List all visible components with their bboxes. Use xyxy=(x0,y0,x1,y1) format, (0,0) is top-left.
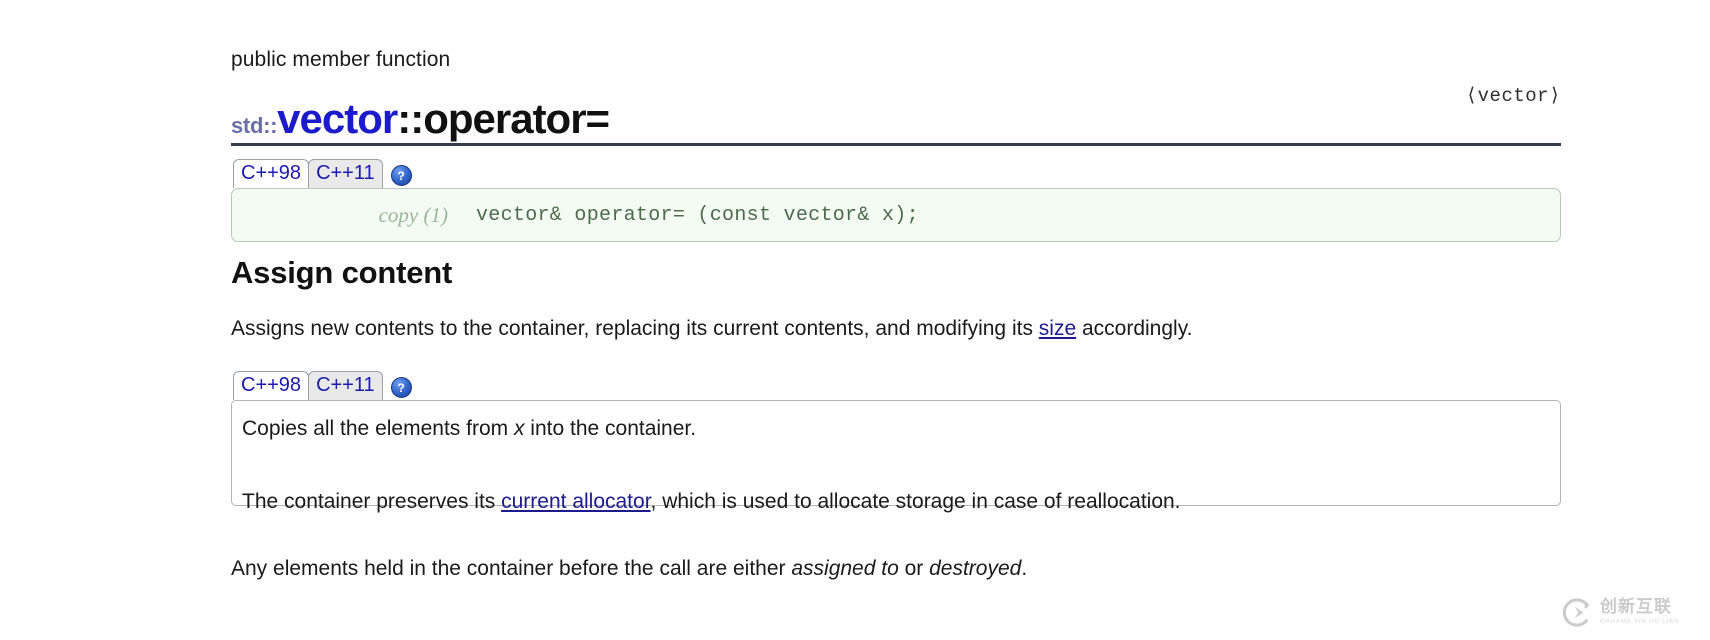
description-line-1: Copies all the elements from x into the … xyxy=(242,415,1550,442)
include-header-label: ⟨vector⟩ xyxy=(1465,85,1561,107)
description-tabbar: C++98 C++11 ? xyxy=(231,371,1561,400)
watermark-en: CHUANG XIN HU LIAN xyxy=(1600,619,1680,625)
description-line-2: The container preserves its current allo… xyxy=(242,488,1550,515)
signature-panel-body: copy (1) vector& operator= (const vector… xyxy=(231,188,1561,242)
closing-paragraph: Any elements held in the container befor… xyxy=(231,555,1571,583)
question-mark-icon[interactable]: ? xyxy=(390,377,412,398)
closing-part2: or xyxy=(898,557,930,580)
title-row: std::vector::operator= ⟨vector⟩ xyxy=(231,82,1561,140)
closing-part1: Any elements held in the container befor… xyxy=(231,557,792,580)
question-mark-icon[interactable]: ? xyxy=(390,165,412,186)
title-namespace: std:: xyxy=(231,113,278,138)
page-title: std::vector::operator= xyxy=(231,95,610,142)
tab-cpp98-signature[interactable]: C++98 xyxy=(233,159,310,188)
desc1-param: x xyxy=(513,417,525,440)
watermark-logo-icon xyxy=(1562,597,1593,628)
desc2-before: The container preserves its xyxy=(242,490,502,514)
closing-em-assigned: assigned to xyxy=(791,557,899,580)
title-member: operator= xyxy=(423,95,610,142)
closing-part3: . xyxy=(1021,557,1028,580)
watermark-text: 创新互联 CHUANG XIN HU LIAN xyxy=(1600,597,1680,626)
watermark-cn: 创新互联 xyxy=(1600,597,1672,617)
signature-panel: C++98 C++11 ? copy (1) vector& operator=… xyxy=(231,159,1561,242)
desc1-before: Copies all the elements from xyxy=(242,417,514,440)
tab-cpp11-signature[interactable]: C++11 xyxy=(308,159,383,188)
intro-paragraph: Assigns new contents to the container, r… xyxy=(231,315,1571,343)
title-divider xyxy=(231,143,1561,146)
tab-cpp98-description[interactable]: C++98 xyxy=(233,371,310,400)
title-scope-separator: :: xyxy=(397,95,424,142)
page-kicker: public member function xyxy=(231,48,451,71)
intro-text-before: Assigns new contents to the container, r… xyxy=(231,317,1039,340)
section-heading: Assign content xyxy=(231,255,453,290)
description-panel: C++98 C++11 ? Copies all the elements fr… xyxy=(231,371,1561,513)
function-signature: vector& operator= (const vector& x); xyxy=(476,203,919,227)
closing-em-destroyed: destroyed xyxy=(929,557,1022,580)
document-page: public member function std::vector::oper… xyxy=(0,0,1710,640)
watermark: 创新互联 CHUANG XIN HU LIAN xyxy=(1562,588,1702,636)
tab-cpp11-description[interactable]: C++11 xyxy=(308,371,383,400)
link-current-allocator[interactable]: current allocator xyxy=(501,490,650,513)
signature-tabbar: C++98 C++11 ? xyxy=(231,159,1561,188)
link-size[interactable]: size xyxy=(1039,317,1076,340)
desc2-after: , which is used to allocate storage in c… xyxy=(650,490,1181,514)
intro-text-after: accordingly. xyxy=(1076,317,1193,340)
overload-label: copy (1) xyxy=(378,202,448,227)
description-panel-body: Copies all the elements from x into the … xyxy=(231,400,1561,513)
title-class: vector xyxy=(277,95,398,142)
desc1-after: into the container. xyxy=(524,417,697,440)
